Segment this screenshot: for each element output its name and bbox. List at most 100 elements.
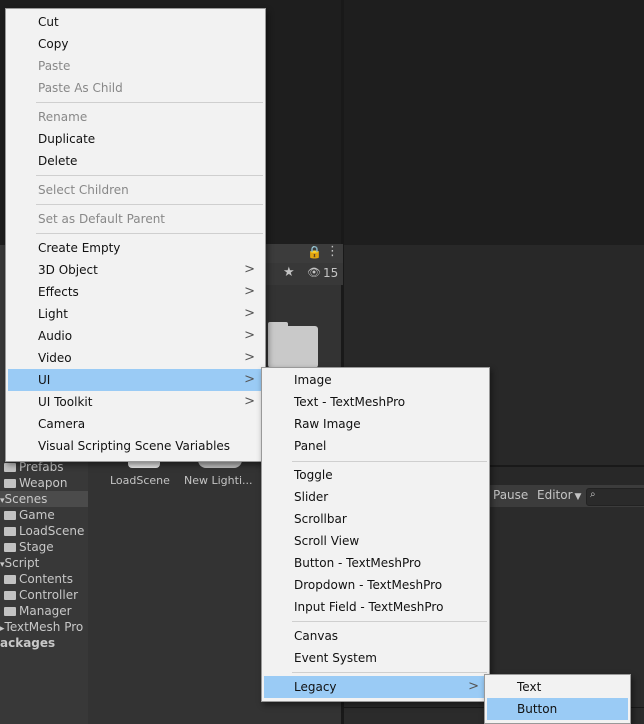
menu-item-raw-image[interactable]: Raw Image bbox=[264, 413, 487, 435]
search-icon: ⌕ bbox=[590, 489, 596, 500]
menu-item-label: Dropdown - TextMeshPro bbox=[294, 578, 443, 592]
menu-item-label: Legacy bbox=[294, 680, 337, 694]
tree-label: ackages bbox=[0, 636, 56, 650]
more-options-icon[interactable]: ⋮ bbox=[326, 244, 339, 259]
menu-item-label: Cut bbox=[38, 15, 59, 29]
chevron-right-icon: > bbox=[244, 350, 255, 365]
folder-icon bbox=[4, 479, 16, 488]
tree-item-manager[interactable]: Manager bbox=[4, 603, 72, 619]
tree-item-stage[interactable]: Stage bbox=[4, 539, 54, 555]
menu-item-label: Effects bbox=[38, 285, 79, 299]
menu-item-legacy-button[interactable]: Button bbox=[487, 698, 628, 720]
menu-item-visual-scripting-scene-variables[interactable]: Visual Scripting Scene Variables bbox=[8, 435, 263, 457]
menu-item-label: Scroll View bbox=[294, 534, 360, 548]
menu-item-toggle[interactable]: Toggle bbox=[264, 464, 487, 486]
menu-item-delete[interactable]: Delete bbox=[8, 150, 263, 172]
menu-item-label: Light bbox=[38, 307, 68, 321]
menu-item-label: Rename bbox=[38, 110, 88, 124]
menu-item-legacy[interactable]: Legacy > bbox=[264, 676, 487, 698]
menu-item-label: Visual Scripting Scene Variables bbox=[38, 439, 231, 453]
tree-item-controller[interactable]: Controller bbox=[4, 587, 78, 603]
tree-label: TextMesh Pro bbox=[4, 620, 84, 634]
hidden-count: 15 bbox=[323, 266, 339, 280]
menu-item-effects[interactable]: Effects > bbox=[8, 281, 263, 303]
tree-label: Scenes bbox=[4, 492, 48, 506]
editor-dropdown-label: Editor bbox=[537, 488, 573, 502]
tree-item-script[interactable]: ▾Script bbox=[0, 555, 39, 571]
pause-button[interactable]: Pause bbox=[493, 488, 528, 502]
menu-item-select-children: Select Children bbox=[8, 179, 263, 201]
menu-item-video[interactable]: Video > bbox=[8, 347, 263, 369]
menu-item-3d-object[interactable]: 3D Object > bbox=[8, 259, 263, 281]
menu-item-label: 3D Object bbox=[38, 263, 98, 277]
menu-item-label: Raw Image bbox=[294, 417, 361, 431]
menu-item-ui-toolkit[interactable]: UI Toolkit > bbox=[8, 391, 263, 413]
menu-item-slider[interactable]: Slider bbox=[264, 486, 487, 508]
menu-item-label: Camera bbox=[38, 417, 86, 431]
lock-icon[interactable]: 🔒 bbox=[307, 245, 322, 259]
menu-separator bbox=[36, 175, 263, 176]
menu-item-set-default-parent: Set as Default Parent bbox=[8, 208, 263, 230]
menu-item-legacy-text[interactable]: Text bbox=[487, 676, 628, 698]
menu-item-audio[interactable]: Audio > bbox=[8, 325, 263, 347]
tree-item-packages[interactable]: ackages bbox=[0, 635, 55, 651]
tree-label: LoadScene bbox=[19, 524, 85, 538]
menu-item-ui[interactable]: UI > bbox=[8, 369, 263, 391]
folder-icon bbox=[4, 591, 16, 600]
menu-item-label: Set as Default Parent bbox=[38, 212, 166, 226]
tree-item-loadscene[interactable]: LoadScene bbox=[4, 523, 84, 539]
asset-label-new-lighting: New Lighti... bbox=[184, 474, 253, 487]
menu-item-label: Canvas bbox=[294, 629, 339, 643]
folder-icon bbox=[4, 543, 16, 552]
menu-item-event-system[interactable]: Event System bbox=[264, 647, 487, 669]
tree-item-textmesh-pro[interactable]: ▸TextMesh Pro bbox=[0, 619, 83, 635]
menu-item-image[interactable]: Image bbox=[264, 369, 487, 391]
menu-separator bbox=[36, 102, 263, 103]
tree-item-weapon[interactable]: Weapon bbox=[4, 475, 67, 491]
menu-item-label: Button bbox=[517, 702, 558, 716]
menu-item-label: Duplicate bbox=[38, 132, 96, 146]
menu-item-label: Delete bbox=[38, 154, 78, 168]
menu-item-label: Event System bbox=[294, 651, 377, 665]
menu-item-camera[interactable]: Camera bbox=[8, 413, 263, 435]
favorite-star-icon[interactable]: ★ bbox=[283, 265, 295, 280]
menu-item-label: Audio bbox=[38, 329, 73, 343]
menu-item-duplicate[interactable]: Duplicate bbox=[8, 128, 263, 150]
menu-item-paste: Paste bbox=[8, 55, 263, 77]
menu-item-label: Paste As Child bbox=[38, 81, 123, 95]
project-header: 🔒 ⋮ bbox=[265, 244, 343, 263]
menu-item-create-empty[interactable]: Create Empty bbox=[8, 237, 263, 259]
menu-item-input-field-textmeshpro[interactable]: Input Field - TextMeshPro bbox=[264, 596, 487, 618]
menu-item-label: UI Toolkit bbox=[38, 395, 93, 409]
ui-submenu: Image Text - TextMeshPro Raw Image Panel… bbox=[261, 367, 490, 702]
tree-label: Weapon bbox=[19, 476, 68, 490]
folder-icon bbox=[4, 527, 16, 536]
menu-item-scroll-view[interactable]: Scroll View bbox=[264, 530, 487, 552]
menu-item-cut[interactable]: Cut bbox=[8, 11, 263, 33]
folder-icon bbox=[4, 575, 16, 584]
menu-item-button-textmeshpro[interactable]: Button - TextMeshPro bbox=[264, 552, 487, 574]
tree-item-game[interactable]: Game bbox=[4, 507, 55, 523]
menu-item-copy[interactable]: Copy bbox=[8, 33, 263, 55]
tree-label: Stage bbox=[19, 540, 54, 554]
search-input[interactable]: ⌕ bbox=[586, 488, 644, 506]
hidden-eye-icon[interactable]: 👁 bbox=[307, 266, 321, 279]
menu-item-canvas[interactable]: Canvas bbox=[264, 625, 487, 647]
folder-icon bbox=[4, 607, 16, 616]
menu-item-dropdown-textmeshpro[interactable]: Dropdown - TextMeshPro bbox=[264, 574, 487, 596]
menu-item-label: Button - TextMeshPro bbox=[294, 556, 422, 570]
menu-item-text-textmeshpro[interactable]: Text - TextMeshPro bbox=[264, 391, 487, 413]
folder-icon[interactable] bbox=[268, 326, 318, 368]
tree-item-contents[interactable]: Contents bbox=[4, 571, 73, 587]
tree-label: Game bbox=[19, 508, 55, 522]
menu-item-light[interactable]: Light > bbox=[8, 303, 263, 325]
hierarchy-context-menu: Cut Copy Paste Paste As Child Rename Dup… bbox=[5, 8, 266, 462]
tree-item-scenes[interactable]: ▾Scenes bbox=[0, 491, 88, 507]
menu-item-rename: Rename bbox=[8, 106, 263, 128]
menu-item-label: Paste bbox=[38, 59, 71, 73]
editor-dropdown[interactable]: Editor ▼ bbox=[537, 488, 581, 502]
menu-item-panel[interactable]: Panel bbox=[264, 435, 487, 457]
menu-item-label: Text - TextMeshPro bbox=[294, 395, 406, 409]
menu-item-scrollbar[interactable]: Scrollbar bbox=[264, 508, 487, 530]
folder-icon bbox=[4, 463, 16, 472]
